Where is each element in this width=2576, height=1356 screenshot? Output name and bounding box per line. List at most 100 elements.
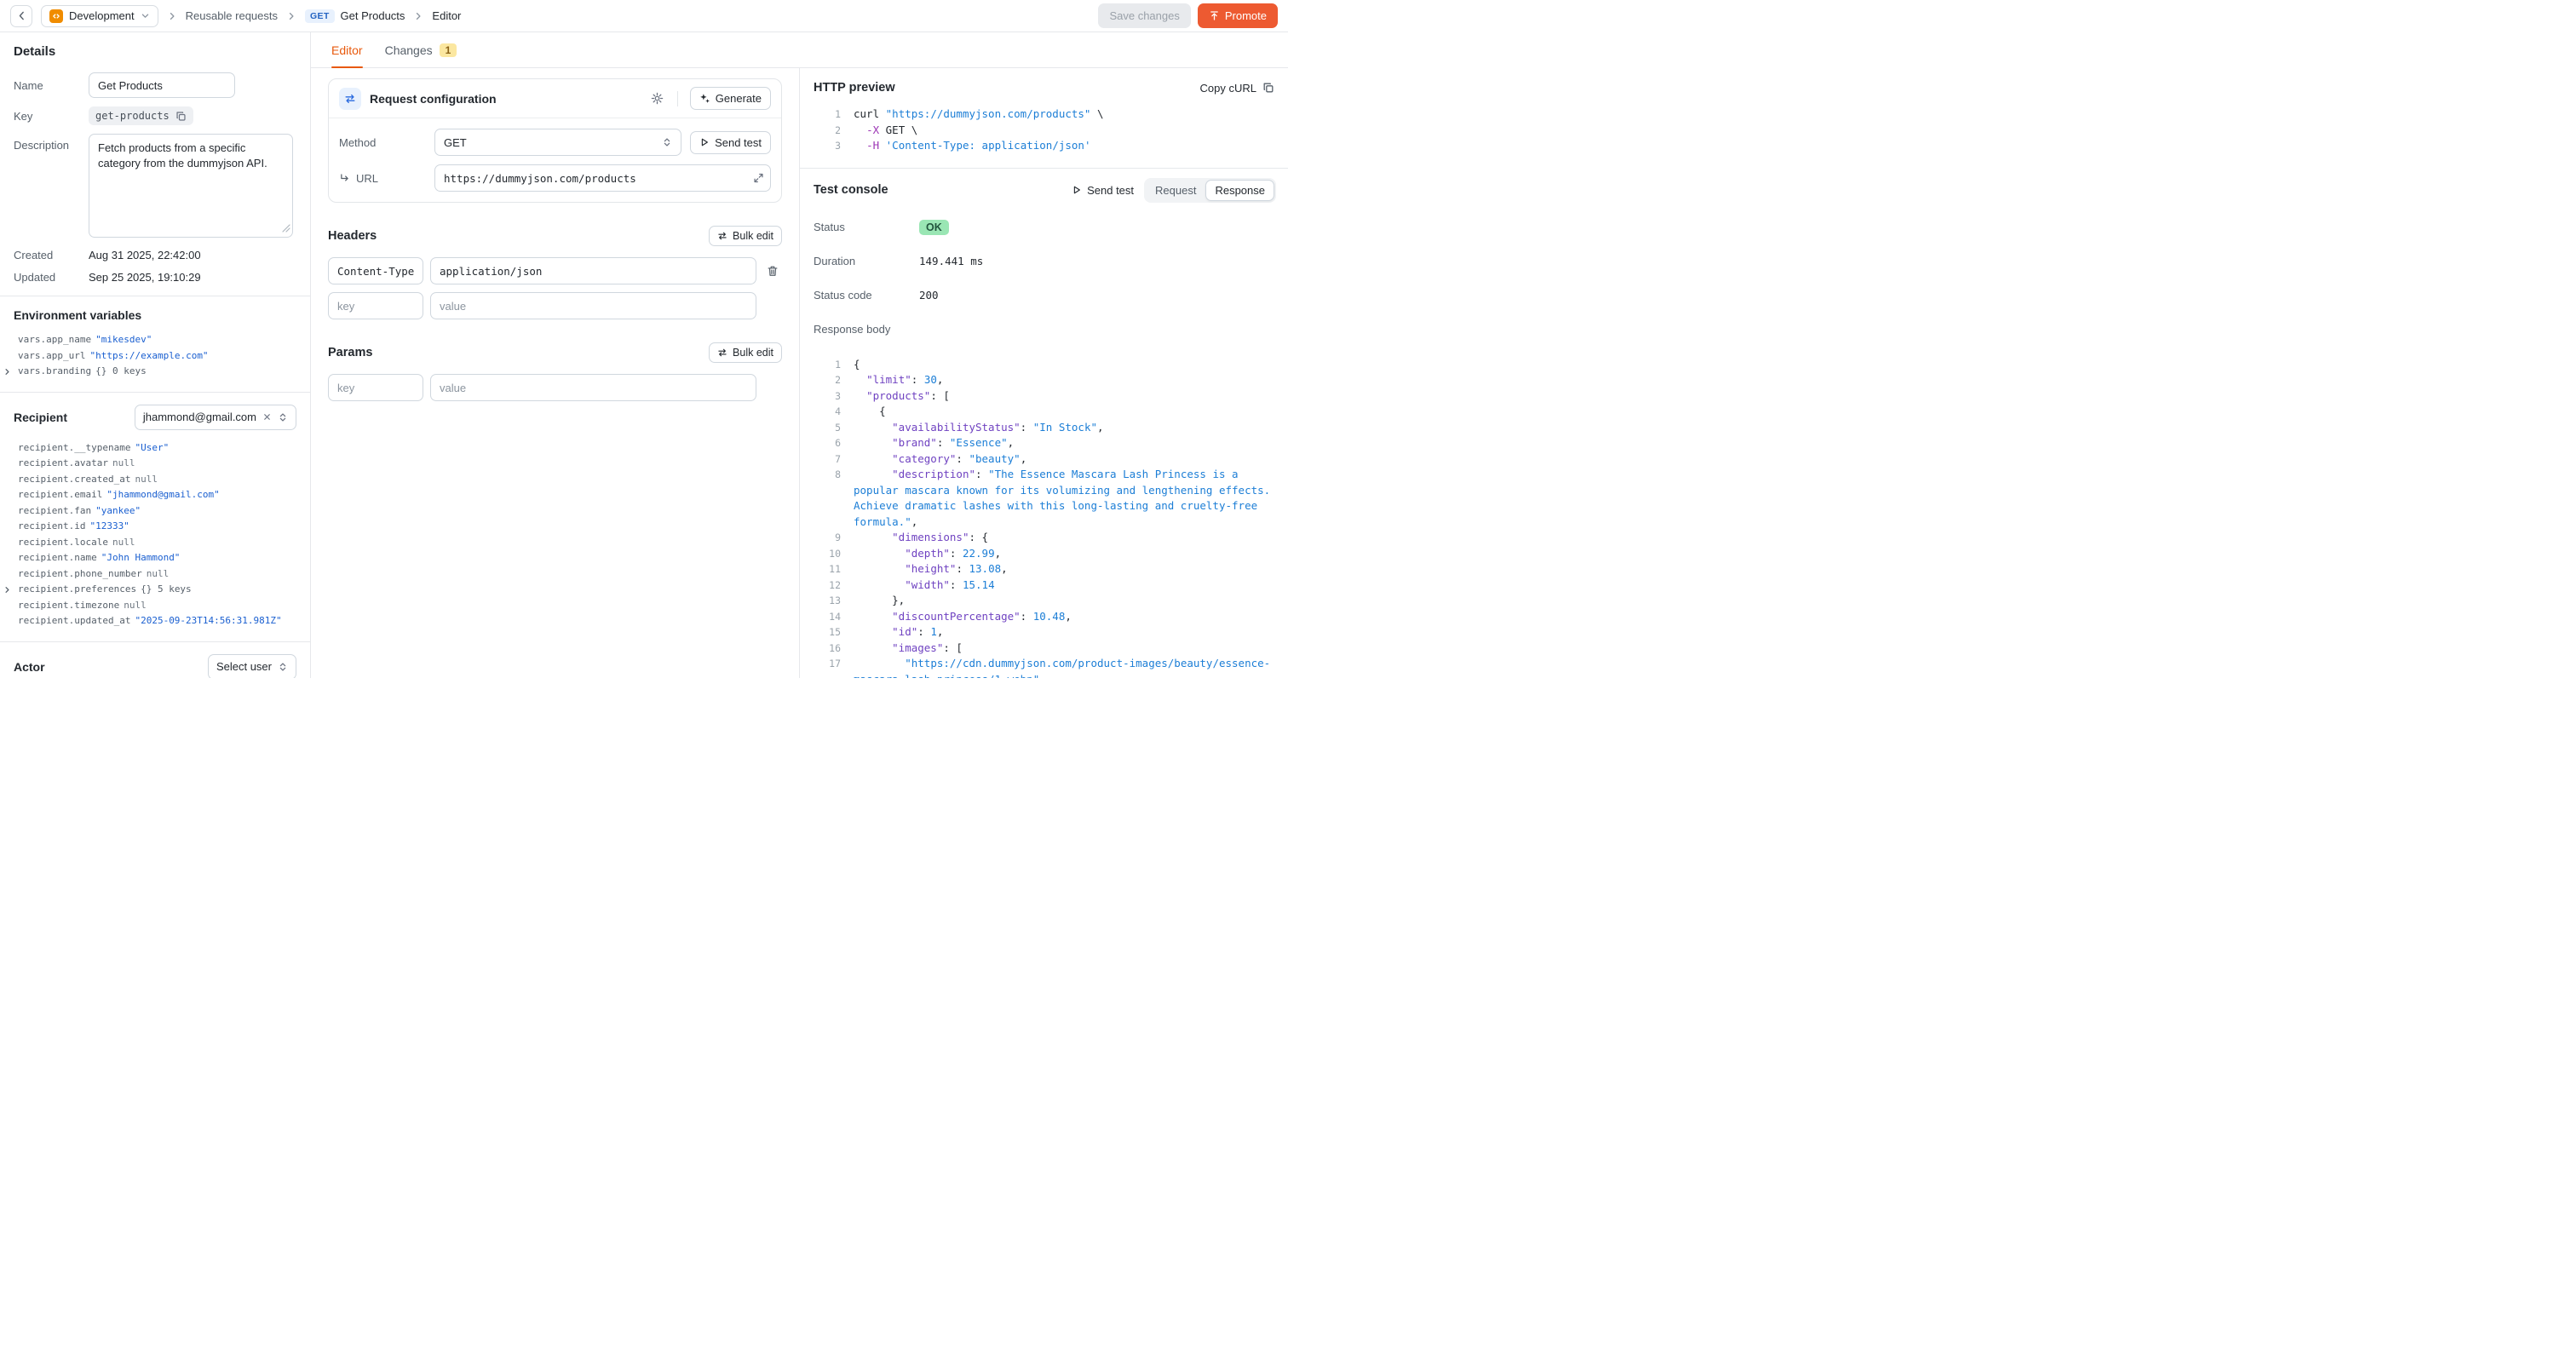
bulk-edit-label: Bulk edit bbox=[733, 347, 773, 359]
code-line: "category": "beauty", bbox=[854, 451, 1274, 468]
variable-row: recipient.__typename "User" bbox=[0, 440, 310, 457]
promote-label: Promote bbox=[1225, 9, 1267, 22]
code-line: "dimensions": { bbox=[854, 530, 1274, 546]
code-line: }, bbox=[854, 593, 1274, 609]
line-number: 13 bbox=[814, 593, 841, 609]
copy-icon bbox=[1262, 82, 1274, 94]
changes-count-badge: 1 bbox=[440, 43, 457, 57]
line-number: 3 bbox=[814, 388, 841, 405]
copy-curl-button[interactable]: Copy cURL bbox=[1200, 82, 1274, 95]
header-key-input[interactable] bbox=[328, 257, 423, 284]
request-config-icon bbox=[339, 88, 361, 110]
tabs-bar: Editor Changes 1 bbox=[311, 32, 1288, 68]
line-number: 8 bbox=[814, 467, 841, 530]
actor-select[interactable]: Select user bbox=[208, 654, 296, 679]
variable-value: null bbox=[135, 474, 158, 486]
new-param-row bbox=[328, 374, 782, 401]
variable-row: recipient.id "12333" bbox=[0, 519, 310, 535]
topbar-actions: Save changes Promote bbox=[1098, 3, 1278, 28]
method-label: Method bbox=[339, 136, 426, 149]
request-settings-button[interactable] bbox=[649, 90, 665, 106]
http-preview-title: HTTP preview bbox=[814, 81, 895, 95]
copy-key-button[interactable] bbox=[175, 111, 187, 122]
environment-switcher[interactable]: Development bbox=[41, 5, 158, 27]
toggle-request[interactable]: Request bbox=[1146, 180, 1205, 201]
expand-caret-icon[interactable] bbox=[3, 368, 14, 376]
send-test-button[interactable]: Send test bbox=[690, 131, 771, 154]
topbar: Development Reusable requests GET Get Pr… bbox=[0, 0, 1288, 32]
new-param-value-input[interactable] bbox=[430, 374, 756, 401]
breadcrumb-request[interactable]: GET Get Products bbox=[305, 9, 405, 23]
environment-variables-list: vars.app_name "mikesdev" vars.app_url "h… bbox=[0, 332, 310, 380]
generate-button[interactable]: Generate bbox=[690, 87, 771, 110]
main-area: Editor Changes 1 Request configur bbox=[311, 32, 1288, 678]
bulk-edit-icon bbox=[717, 348, 727, 358]
params-title: Params bbox=[328, 346, 372, 359]
name-input[interactable] bbox=[89, 72, 235, 98]
code-line: { bbox=[854, 357, 1274, 373]
request-configuration-title: Request configuration bbox=[370, 92, 497, 106]
gear-icon bbox=[651, 92, 664, 105]
code-line: "id": 1, bbox=[854, 624, 1274, 641]
request-configuration-body: Method GET Send test bbox=[329, 118, 781, 202]
headers-header: Headers Bulk edit bbox=[328, 226, 782, 246]
new-header-value-input[interactable] bbox=[430, 292, 756, 319]
breadcrumb-separator-icon bbox=[167, 11, 177, 21]
promote-icon bbox=[1209, 10, 1220, 21]
code-row: 5 "availabilityStatus": "In Stock", bbox=[814, 420, 1274, 436]
code-row: 8 "description": "The Essence Mascara La… bbox=[814, 467, 1274, 530]
variable-value: {} 0 keys bbox=[95, 365, 147, 378]
variable-row: vars.branding {} 0 keys bbox=[0, 364, 310, 380]
status-code-value: 200 bbox=[919, 289, 939, 302]
name-field-row: Name bbox=[0, 72, 310, 98]
code-row: 2 "limit": 30, bbox=[814, 372, 1274, 388]
method-row: Method GET Send test bbox=[339, 129, 771, 156]
console-send-test-button[interactable]: Send test bbox=[1072, 184, 1134, 197]
toggle-response[interactable]: Response bbox=[1205, 180, 1274, 201]
variable-row: recipient.created_at null bbox=[0, 472, 310, 488]
http-preview-header: HTTP preview Copy cURL bbox=[800, 68, 1288, 105]
recipient-heading: Recipient bbox=[14, 411, 67, 424]
line-number: 2 bbox=[814, 372, 841, 388]
params-bulk-edit-button[interactable]: Bulk edit bbox=[709, 342, 782, 363]
chevrons-up-down-icon bbox=[278, 412, 288, 422]
variable-value: "yankee" bbox=[95, 505, 141, 518]
updated-value: Sep 25 2025, 19:10:29 bbox=[89, 271, 201, 284]
test-console-status: Status OK Duration 149.441 ms Status cod… bbox=[800, 212, 1288, 355]
method-badge: GET bbox=[305, 9, 335, 23]
header-value-input[interactable] bbox=[430, 257, 756, 284]
back-button[interactable] bbox=[10, 5, 32, 27]
expand-caret-icon[interactable] bbox=[3, 586, 14, 594]
headers-bulk-edit-button[interactable]: Bulk edit bbox=[709, 226, 782, 246]
clear-recipient-icon[interactable] bbox=[262, 412, 272, 422]
url-row: URL bbox=[339, 164, 771, 192]
variable-key: vars.app_url bbox=[18, 350, 85, 363]
breadcrumb-reusable-requests[interactable]: Reusable requests bbox=[186, 9, 278, 22]
save-changes-button[interactable]: Save changes bbox=[1098, 3, 1190, 28]
url-input[interactable] bbox=[434, 164, 771, 192]
request-configuration-header: Request configuration Generate bbox=[329, 79, 781, 118]
expand-url-button[interactable] bbox=[753, 173, 764, 184]
key-value: get-products bbox=[95, 110, 170, 122]
code-row: 15 "id": 1, bbox=[814, 624, 1274, 641]
console-send-test-label: Send test bbox=[1087, 184, 1134, 197]
code-line: "height": 13.08, bbox=[854, 561, 1274, 577]
name-label: Name bbox=[14, 79, 89, 92]
method-select[interactable]: GET bbox=[434, 129, 681, 156]
description-textarea[interactable]: Fetch products from a specific category … bbox=[89, 134, 293, 238]
tab-editor-label: Editor bbox=[331, 43, 363, 57]
variable-row: recipient.timezone null bbox=[0, 598, 310, 614]
swap-arrows-icon bbox=[344, 93, 356, 105]
updated-label: Updated bbox=[14, 271, 89, 284]
tab-editor[interactable]: Editor bbox=[331, 32, 363, 67]
resize-grip[interactable] bbox=[282, 222, 290, 235]
recipient-select[interactable]: jhammond@gmail.com bbox=[135, 405, 296, 430]
line-number: 2 bbox=[814, 123, 841, 139]
promote-button[interactable]: Promote bbox=[1198, 3, 1278, 28]
new-param-key-input[interactable] bbox=[328, 374, 423, 401]
tab-changes-label: Changes bbox=[385, 43, 433, 57]
tab-changes[interactable]: Changes 1 bbox=[385, 32, 457, 67]
duration-label: Duration bbox=[814, 255, 919, 267]
delete-header-button[interactable] bbox=[767, 265, 779, 277]
new-header-key-input[interactable] bbox=[328, 292, 423, 319]
